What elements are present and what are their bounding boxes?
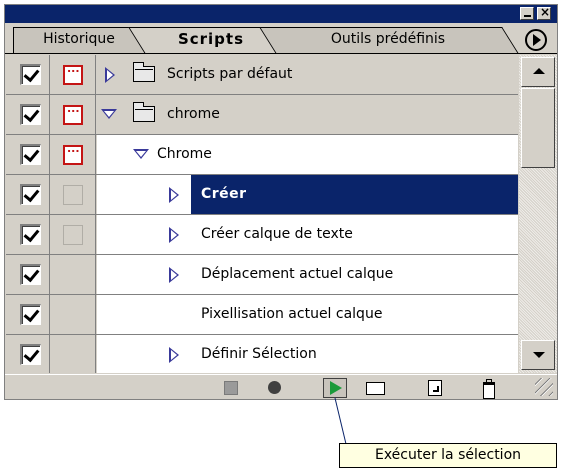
play-icon[interactable] — [323, 378, 347, 398]
new-set-icon[interactable] — [363, 378, 387, 398]
resize-grip-icon[interactable] — [535, 378, 553, 396]
checkmark-icon[interactable] — [20, 64, 41, 85]
vertical-scrollbar[interactable] — [519, 55, 557, 373]
checkmark-icon[interactable] — [20, 104, 41, 125]
scroll-down-arrow-icon[interactable] — [521, 340, 555, 370]
expand-triangle-icon[interactable] — [105, 67, 115, 83]
tab-bar: Historique Outils prédéfinis Scripts — [5, 23, 557, 54]
trash-icon[interactable] — [477, 378, 501, 399]
palette-title-bar[interactable]: × — [5, 5, 557, 23]
expand-triangle-icon[interactable] — [169, 227, 179, 243]
item-label: Chrome — [157, 146, 212, 162]
scroll-thumb[interactable] — [521, 88, 555, 168]
record-icon[interactable] — [263, 378, 287, 398]
minimize-icon[interactable] — [520, 7, 534, 20]
folder-icon — [133, 62, 155, 82]
tab-outils-predefinis[interactable]: Outils prédéfinis — [240, 27, 519, 54]
collapse-triangle-icon[interactable] — [101, 109, 117, 119]
item-label: Créer — [201, 186, 247, 202]
list-item[interactable]: chrome — [6, 95, 518, 135]
list-item[interactable]: Scripts par défaut — [6, 55, 518, 95]
palette-toolbar — [5, 374, 557, 399]
tab-scripts[interactable]: Scripts — [128, 27, 277, 54]
expand-triangle-icon[interactable] — [169, 187, 179, 203]
dialog-toggle-empty[interactable] — [63, 225, 83, 245]
tab-label: Scripts — [177, 30, 245, 48]
item-label: Définir Sélection — [201, 346, 317, 362]
checkmark-icon[interactable] — [20, 144, 41, 165]
dialog-toggle-icon[interactable] — [63, 102, 83, 125]
stop-icon[interactable] — [219, 378, 243, 398]
list-item[interactable]: Définir Sélection — [6, 335, 518, 373]
new-action-icon[interactable] — [423, 378, 447, 398]
item-label: Déplacement actuel calque — [201, 266, 394, 282]
tab-divider — [5, 53, 557, 54]
list-item[interactable]: Pixellisation actuel calque — [6, 295, 518, 335]
dialog-toggle-empty[interactable] — [63, 185, 83, 205]
dialog-toggle-icon[interactable] — [63, 142, 83, 165]
list-item[interactable]: Déplacement actuel calque — [6, 255, 518, 295]
expand-triangle-icon[interactable] — [169, 347, 179, 363]
checkmark-icon[interactable] — [20, 264, 41, 285]
list-item-selected[interactable]: Créer — [6, 175, 518, 215]
item-label: Scripts par défaut — [167, 66, 293, 82]
checkmark-icon[interactable] — [20, 224, 41, 245]
tab-label: Historique — [43, 31, 115, 47]
selection-highlight: Créer — [191, 175, 518, 214]
actions-palette: × Historique Outils prédéfinis Scripts S… — [4, 4, 558, 400]
item-label: chrome — [167, 106, 220, 122]
dialog-toggle-icon[interactable] — [63, 62, 83, 85]
palette-menu-icon[interactable] — [525, 29, 547, 51]
actions-list: Scripts par défaut chrome Chrome — [6, 55, 518, 373]
tooltip-text: Exécuter la sélection — [374, 447, 522, 463]
item-label: Créer calque de texte — [201, 226, 353, 242]
expand-triangle-icon[interactable] — [169, 267, 179, 283]
tooltip: Exécuter la sélection — [339, 443, 557, 468]
checkmark-icon[interactable] — [20, 304, 41, 325]
list-item[interactable]: Chrome — [6, 135, 518, 175]
item-label: Pixellisation actuel calque — [201, 306, 383, 322]
collapse-triangle-icon[interactable] — [133, 149, 149, 159]
folder-icon — [133, 102, 155, 122]
checkmark-icon[interactable] — [20, 184, 41, 205]
close-icon[interactable]: × — [537, 5, 551, 20]
checkmark-icon[interactable] — [20, 344, 41, 365]
tab-historique[interactable]: Historique — [13, 27, 145, 54]
scroll-up-arrow-icon[interactable] — [521, 57, 555, 87]
tab-label: Outils prédéfinis — [330, 31, 446, 47]
list-item[interactable]: Créer calque de texte — [6, 215, 518, 255]
